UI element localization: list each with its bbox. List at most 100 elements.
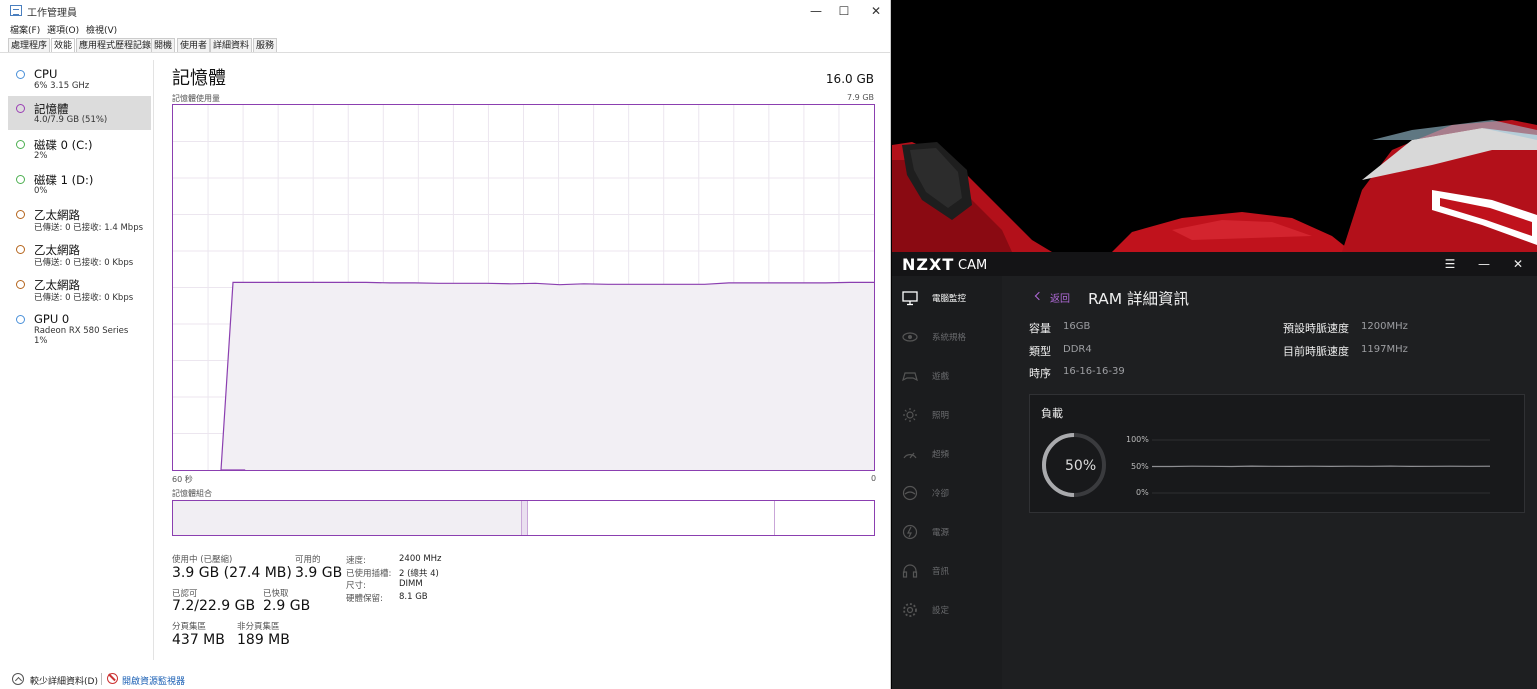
stat-value-cached: 2.9 GB <box>263 598 311 614</box>
sidebar-item-sub: 已傳送: 0 已接收: 1.4 Mbps <box>34 223 144 233</box>
fewer-details-link[interactable]: 較少詳細資料(D) <box>30 674 98 687</box>
menu-options[interactable]: 選項(O) <box>47 23 79 36</box>
sidebar-item-name: CPU <box>34 67 58 81</box>
nav-item-system-specs[interactable]: 系統規格 <box>902 327 1002 347</box>
prop-value-type: DDR4 <box>1063 344 1092 355</box>
nav-item-games[interactable]: 遊戲 <box>902 366 1002 386</box>
tab-processes[interactable]: 處理程序 <box>8 38 51 52</box>
sidebar-item-cpu[interactable]: CPU 6% 3.15 GHz <box>8 62 151 96</box>
sidebar-item-sub: Radeon RX 580 Series <box>34 326 129 336</box>
tab-startup[interactable]: 開機 <box>151 38 176 52</box>
prop-label-default-clock: 預設時脈速度 <box>1283 322 1349 335</box>
sidebar-item-memory[interactable]: 記憶體 4.0/7.9 GB (51%) <box>8 96 151 130</box>
headset-icon <box>902 564 918 578</box>
back-link[interactable]: 返回 <box>1050 290 1070 305</box>
sidebar-item-disk-1[interactable]: 磁碟 1 (D:) 0% <box>8 167 151 201</box>
menu-button[interactable]: ☰ <box>1441 255 1459 273</box>
load-axis-top: 100% <box>1126 435 1149 444</box>
composition-modified <box>522 501 528 535</box>
minimize-button[interactable]: — <box>804 3 828 19</box>
composition-label: 記憶體組合 <box>172 489 212 498</box>
gpu-status-icon <box>16 315 25 324</box>
sidebar-item-gpu[interactable]: GPU 0 Radeon RX 580 Series 1% <box>8 307 151 351</box>
tab-details[interactable]: 詳細資料 <box>210 38 253 52</box>
usage-graph-svg <box>173 105 874 470</box>
nav-label: 遊戲 <box>932 372 950 382</box>
page-title: RAM 詳細資訊 <box>1088 290 1190 308</box>
sidebar-item-sub: 2% <box>34 151 48 161</box>
nav-item-cooling[interactable]: 冷卻 <box>902 483 1002 503</box>
spec-value-slots: 2 (總共 4) <box>399 569 439 579</box>
cpu-status-icon <box>16 70 25 79</box>
sidebar-item-sub: 6% 3.15 GHz <box>34 81 90 91</box>
resource-monitor-icon[interactable] <box>107 673 118 684</box>
prop-label-timings: 時序 <box>1029 367 1051 380</box>
stat-value-available: 3.9 GB <box>295 565 343 581</box>
minimize-button[interactable]: — <box>1475 255 1493 273</box>
graph-time-right: 0 <box>871 474 877 483</box>
task-manager-window: 工作管理員 — ☐ ✕ 檔案(F) 選項(O) 檢視(V) 處理程序 效能 應用… <box>0 0 891 689</box>
spec-label-speed: 速度: <box>346 556 366 566</box>
sidebar-item-name: GPU 0 <box>34 312 70 326</box>
maximize-button[interactable]: ☐ <box>832 3 856 19</box>
load-axis-mid: 50% <box>1131 462 1149 471</box>
nav-item-pc-monitoring[interactable]: 電腦監控 <box>902 288 1002 308</box>
nav-label: 超頻 <box>932 450 950 460</box>
nav-item-audio[interactable]: 音訊 <box>902 561 1002 581</box>
task-manager-icon <box>10 5 22 16</box>
sidebar-item-ethernet-2[interactable]: 乙太網路 已傳送: 0 已接收: 0 Kbps <box>8 237 151 271</box>
chevron-left-icon[interactable] <box>1034 291 1044 301</box>
spec-label-hw-reserved: 硬體保留: <box>346 594 383 604</box>
load-gauge-value: 50% <box>1065 458 1097 474</box>
ethernet-status-icon <box>16 280 25 289</box>
nav-item-power[interactable]: 電源 <box>902 522 1002 542</box>
load-chart-svg <box>1042 433 1491 497</box>
cam-content: 返回 RAM 詳細資訊 容量 16GB 類型 DDR4 時序 16-16-16-… <box>1002 276 1537 689</box>
stat-value-in-use: 3.9 GB (27.4 MB) <box>172 565 292 581</box>
stat-value-nonpaged-pool: 189 MB <box>237 632 290 648</box>
close-button[interactable]: ✕ <box>1509 255 1527 273</box>
nav-label: 冷卻 <box>932 489 950 499</box>
spec-label-form-factor: 尺寸: <box>346 581 366 591</box>
graph-time-left: 60 秒 <box>172 475 193 484</box>
settings-icon <box>903 603 917 617</box>
memory-composition-bar <box>172 500 875 536</box>
page-title: 記憶體 <box>172 68 226 89</box>
lighting-icon <box>903 408 917 422</box>
load-axis-bottom: 0% <box>1136 488 1149 497</box>
cam-sidebar: 電腦監控 系統規格 遊戲 照明 超頻 冷卻 電源 音訊 設定 <box>892 276 1002 689</box>
stat-label-nonpaged-pool: 非分頁集區 <box>237 622 280 632</box>
title-bar: 工作管理員 — ☐ ✕ <box>0 0 890 22</box>
tab-performance[interactable]: 效能 <box>51 38 76 53</box>
spec-value-form-factor: DIMM <box>399 579 423 589</box>
nav-item-lighting[interactable]: 照明 <box>902 405 1002 425</box>
sidebar-item-ethernet-1[interactable]: 乙太網路 已傳送: 0 已接收: 1.4 Mbps <box>8 202 151 236</box>
menu-view[interactable]: 檢視(V) <box>86 23 117 36</box>
gamepad-icon <box>902 372 918 382</box>
prop-label-current-clock: 目前時脈速度 <box>1283 345 1349 358</box>
tab-app-history[interactable]: 應用程式歷程記錄 <box>76 38 155 52</box>
stat-label-paged-pool: 分頁集區 <box>172 622 207 632</box>
nav-label: 電腦監控 <box>932 294 967 304</box>
ethernet-status-icon <box>16 245 25 254</box>
nzxt-cam-window: NZXT CAM ☰ — ✕ 電腦監控 系統規格 遊戲 照明 超頻 冷卻 電源 … <box>892 252 1537 689</box>
prop-value-timings: 16-16-16-39 <box>1063 366 1125 377</box>
tab-services[interactable]: 服務 <box>253 38 278 52</box>
sidebar-item-ethernet-3[interactable]: 乙太網路 已傳送: 0 已接收: 0 Kbps <box>8 272 151 306</box>
sidebar-item-disk-0[interactable]: 磁碟 0 (C:) 2% <box>8 132 151 166</box>
sidebar-item-sub: 0% <box>34 186 48 196</box>
nav-item-settings[interactable]: 設定 <box>902 600 1002 620</box>
tab-users[interactable]: 使用者 <box>177 38 211 52</box>
nav-item-overclocking[interactable]: 超頻 <box>902 444 1002 464</box>
power-icon <box>902 524 918 540</box>
chevron-up-icon[interactable] <box>12 673 24 685</box>
footer-divider <box>101 673 102 685</box>
close-button[interactable]: ✕ <box>864 3 888 19</box>
open-resource-monitor-link[interactable]: 開啟資源監視器 <box>122 674 185 687</box>
menu-file[interactable]: 檔案(F) <box>10 23 40 36</box>
cam-logo-suffix: CAM <box>958 258 988 273</box>
ethernet-status-icon <box>16 210 25 219</box>
memory-status-icon <box>16 104 25 113</box>
cam-title-bar: NZXT CAM ☰ — ✕ <box>892 252 1537 276</box>
sidebar-item-sub: 已傳送: 0 已接收: 0 Kbps <box>34 293 134 303</box>
